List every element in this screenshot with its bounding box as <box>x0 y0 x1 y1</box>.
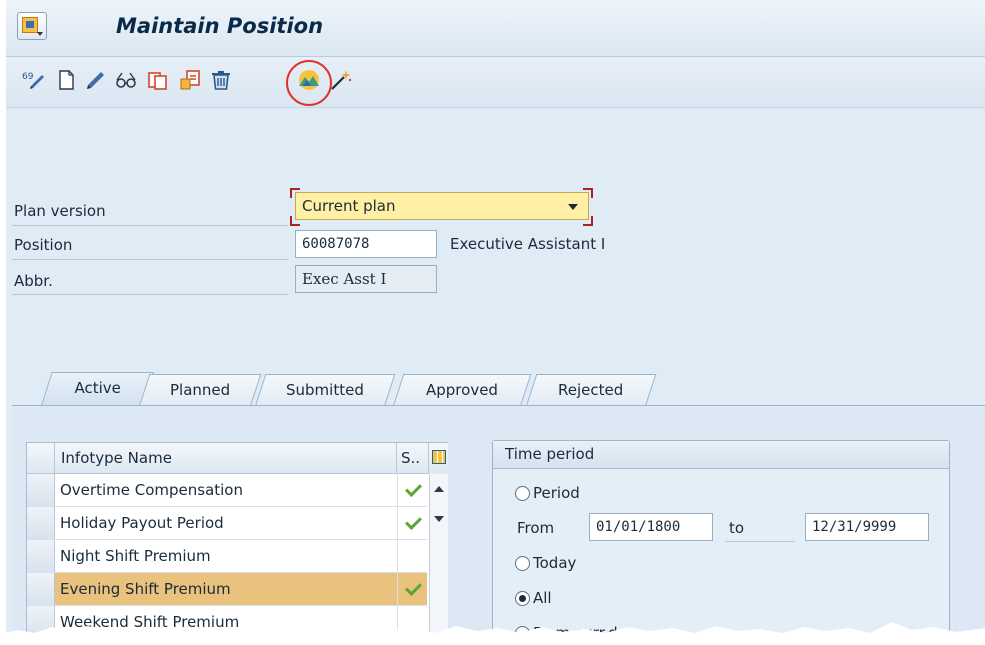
sap-menu-icon <box>22 17 38 33</box>
delete-icon[interactable] <box>209 68 233 92</box>
app-menu-button[interactable] <box>17 12 47 40</box>
tab-active[interactable]: Active <box>40 372 154 408</box>
wizard-icon[interactable] <box>329 68 353 92</box>
status-cell <box>397 540 427 572</box>
group-title: Time period <box>493 441 949 469</box>
row-selector[interactable] <box>27 474 55 506</box>
abbr-label: Abbr. <box>14 272 53 290</box>
required-marker <box>290 216 300 226</box>
chevron-down-icon <box>37 32 43 36</box>
check-icon <box>405 513 422 530</box>
scroll-up-icon[interactable] <box>434 486 444 492</box>
required-marker <box>583 188 593 198</box>
divider <box>12 294 288 295</box>
tabstrip: Active Planned Submitted Approved Reject… <box>6 370 985 408</box>
plan-version-dropdown[interactable]: Current plan <box>295 192 589 220</box>
plan-version-label: Plan version <box>14 202 106 220</box>
copy-icon[interactable] <box>146 68 170 92</box>
plan-version-value: Current plan <box>302 197 396 215</box>
required-marker <box>290 188 300 198</box>
check-icon <box>405 579 422 596</box>
position-input[interactable]: 60087078 <box>295 230 437 258</box>
change-icon[interactable]: 69 <box>22 68 46 92</box>
period-label: Period <box>533 484 580 502</box>
from-date-input[interactable]: 01/01/1800 <box>589 513 713 541</box>
application-toolbar: 69 <box>6 57 985 108</box>
column-header-infotype-name[interactable]: Infotype Name <box>55 443 397 474</box>
row-selector[interactable] <box>27 540 55 572</box>
table-row[interactable]: Overtime Compensation <box>27 474 427 507</box>
title-bar: Maintain Position <box>6 0 985 57</box>
display-icon[interactable] <box>114 68 138 92</box>
create-icon[interactable] <box>54 68 78 92</box>
divider <box>725 541 795 542</box>
divider <box>12 225 288 226</box>
status-cell <box>397 507 427 539</box>
check-icon <box>405 480 422 497</box>
table-row[interactable]: Night Shift Premium <box>27 540 427 573</box>
position-label: Position <box>14 236 73 254</box>
scroll-down-icon[interactable] <box>434 516 444 522</box>
tab-approved[interactable]: Approved <box>392 374 532 407</box>
period-radio[interactable] <box>515 486 530 501</box>
column-header-status[interactable]: S.. <box>397 443 429 474</box>
from-label: From <box>517 519 555 537</box>
sap-window: Maintain Position 69 Plan version Curren… <box>6 0 985 645</box>
select-all-cell[interactable] <box>27 443 55 474</box>
page-title: Maintain Position <box>116 14 324 38</box>
svg-text:69: 69 <box>22 72 34 82</box>
torn-edge <box>0 622 985 645</box>
edit-icon[interactable] <box>84 68 108 92</box>
abbr-field: Exec Asst I <box>295 265 437 293</box>
table-row[interactable]: Holiday Payout Period <box>27 507 427 540</box>
position-description: Executive Assistant I <box>450 235 606 253</box>
to-date-input[interactable]: 12/31/9999 <box>805 513 929 541</box>
delimit-icon[interactable] <box>178 68 202 92</box>
status-cell <box>397 474 427 506</box>
highlight-circle <box>286 60 332 106</box>
chevron-down-icon[interactable] <box>568 204 578 210</box>
today-label: Today <box>533 554 577 572</box>
to-label: to <box>729 519 745 537</box>
tab-rejected[interactable]: Rejected <box>525 374 657 407</box>
tab-planned[interactable]: Planned <box>138 374 262 407</box>
today-radio[interactable] <box>515 556 530 571</box>
tab-submitted[interactable]: Submitted <box>254 374 396 407</box>
column-settings-button[interactable] <box>429 443 448 475</box>
divider <box>12 259 288 260</box>
row-selector[interactable] <box>27 507 55 539</box>
table-settings-icon <box>432 450 446 464</box>
required-marker <box>583 216 593 226</box>
